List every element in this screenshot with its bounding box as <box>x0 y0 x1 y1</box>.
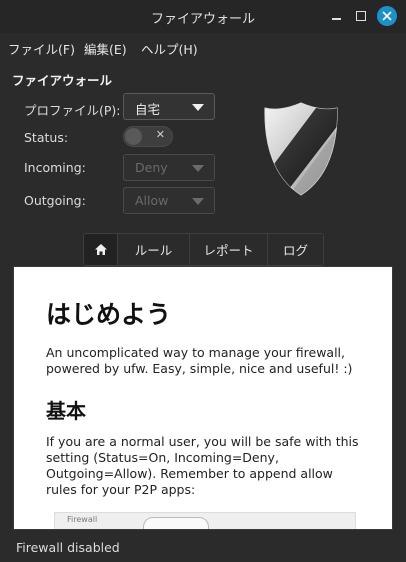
intro-text: An uncomplicated way to manage your fire… <box>46 345 353 376</box>
menu-bar: ファイル(F) 編集(E) ヘルプ(H) <box>0 33 406 61</box>
tab-log[interactable]: ログ <box>268 234 323 265</box>
menu-edit[interactable]: 編集(E) <box>84 39 127 58</box>
firewall-shield-icon <box>264 102 338 196</box>
close-icon <box>382 11 392 21</box>
maximize-icon <box>356 11 366 21</box>
maximize-button[interactable] <box>351 6 371 26</box>
menu-file[interactable]: ファイル(F) <box>8 39 75 58</box>
outgoing-value: Allow <box>135 193 169 208</box>
outgoing-label: Outgoing: <box>24 193 86 208</box>
home-icon <box>94 244 107 255</box>
incoming-label: Incoming: <box>24 160 86 175</box>
preview-text: Firewall <box>67 515 98 524</box>
screenshot-preview-image: Firewall <box>54 512 356 529</box>
incoming-select[interactable]: Deny <box>123 154 215 181</box>
close-button[interactable] <box>377 6 397 26</box>
tab-home[interactable] <box>84 234 118 265</box>
profile-value: 自宅 <box>135 102 161 117</box>
status-bar-text: Firewall disabled <box>16 540 120 555</box>
toggle-knob <box>125 128 142 145</box>
status-toggle[interactable]: ✕ <box>123 126 173 147</box>
outgoing-select[interactable]: Allow <box>123 187 215 214</box>
off-x-icon: ✕ <box>155 128 165 141</box>
chevron-down-icon <box>192 104 204 111</box>
menu-help[interactable]: ヘルプ(H) <box>141 39 198 58</box>
content-subheading: 基本 <box>46 399 86 423</box>
profile-label: プロファイル(P): <box>24 103 121 118</box>
incoming-value: Deny <box>135 160 168 175</box>
title-bar: ファイアウォール <box>0 0 406 33</box>
chevron-down-icon <box>192 165 204 172</box>
minimize-button[interactable] <box>326 6 346 26</box>
chevron-down-icon <box>192 198 204 205</box>
tab-rules[interactable]: ルール <box>118 234 190 265</box>
tab-bar: ルール レポート ログ <box>83 233 324 266</box>
content-heading: はじめよう <box>46 300 172 329</box>
minimize-icon <box>331 18 341 20</box>
status-label: Status: <box>24 130 69 145</box>
tab-report[interactable]: レポート <box>190 234 268 265</box>
basic-text: If you are a normal user, you will be sa… <box>46 434 359 497</box>
profile-select[interactable]: 自宅 <box>123 93 215 120</box>
preview-toggle-shape <box>143 517 209 529</box>
firewall-section-title: ファイアウォール <box>12 73 113 88</box>
home-content-pane[interactable]: はじめよう An uncomplicated way to manage you… <box>13 266 393 530</box>
